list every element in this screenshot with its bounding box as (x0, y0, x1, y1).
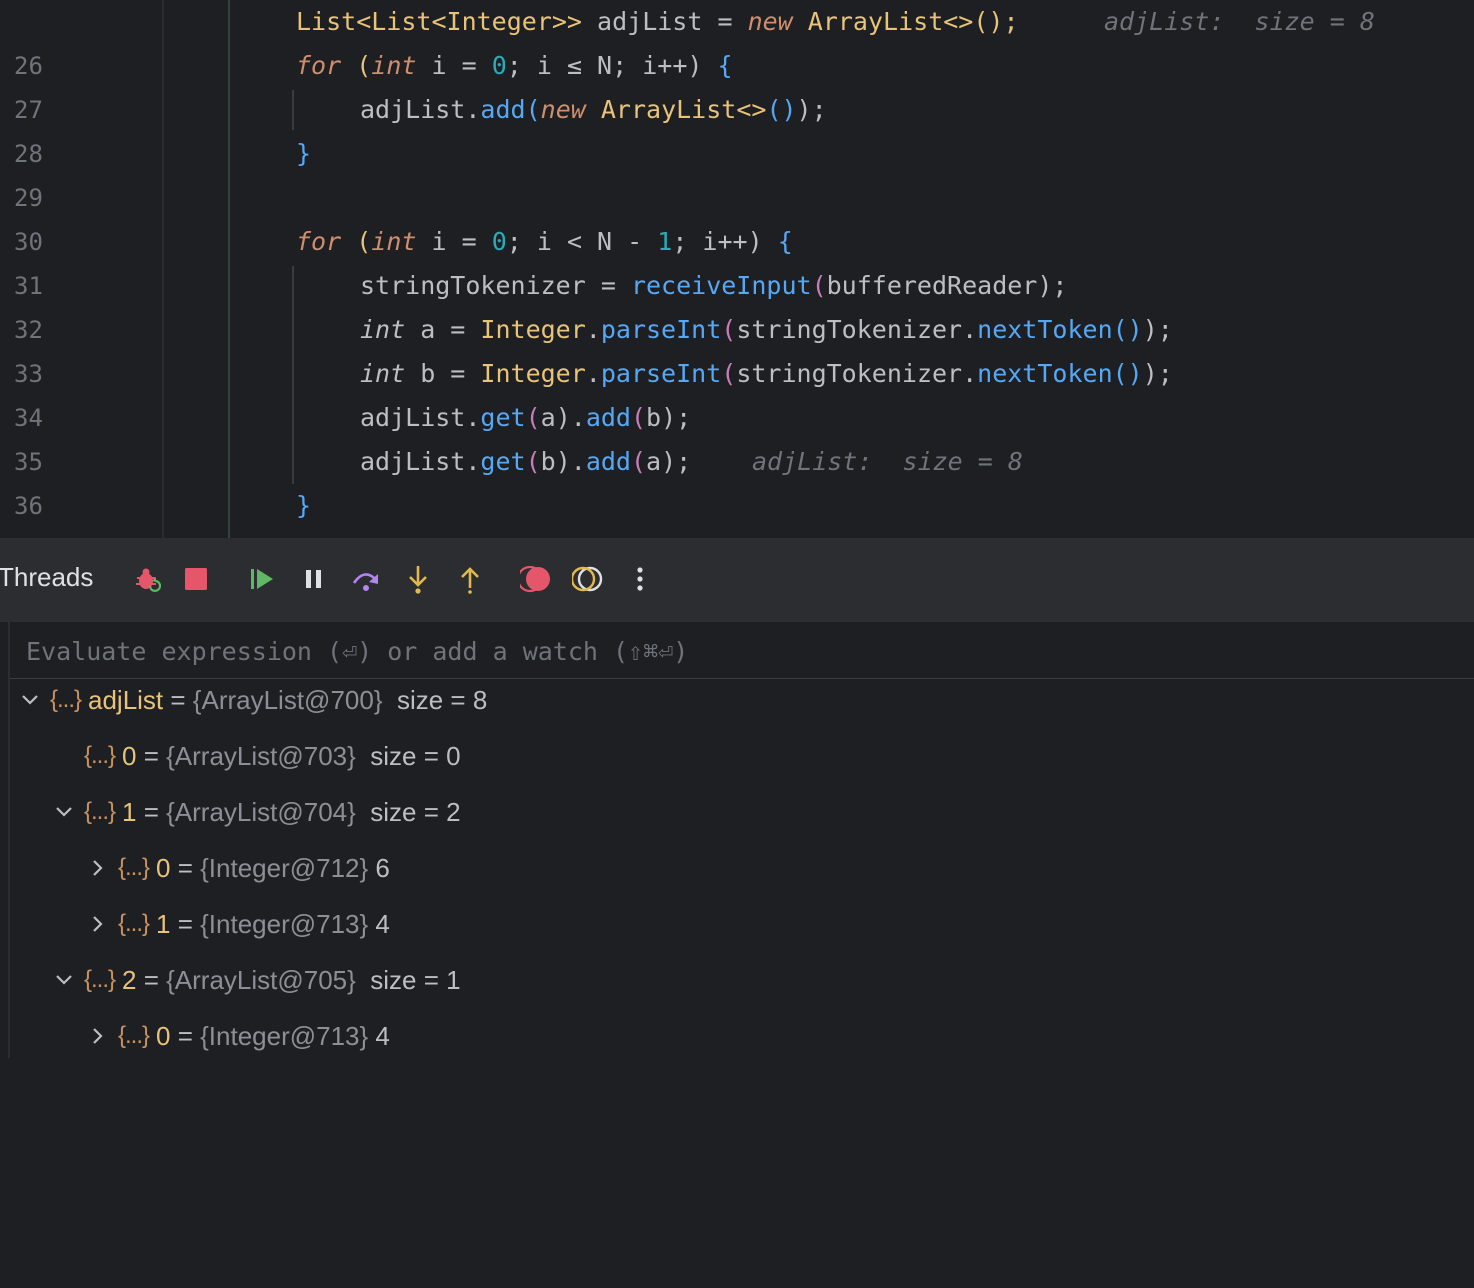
code-text: stringTokenizer = receiveInput(bufferedR… (360, 271, 1068, 300)
evaluate-expression-bar (10, 622, 1474, 679)
debug-toolbar: Threads (0, 538, 1474, 623)
variable-text: 0 = {Integer@712} 6 (156, 853, 390, 883)
pause-icon[interactable] (292, 556, 336, 602)
variables-panel: {...} adjList = {ArrayList@700} size = 8… (8, 622, 1474, 1058)
code-editor[interactable]: 26 List<List<Integer>> adjList = new Arr… (0, 0, 1474, 538)
chevron-down-icon[interactable] (52, 784, 76, 840)
code-text: int b = Integer.parseInt(stringTokenizer… (360, 359, 1173, 388)
object-icon: {...} (50, 686, 82, 713)
variable-row[interactable]: {...} 0 = {Integer@712} 6 (10, 840, 1474, 896)
variable-row[interactable]: {...} 2 = {ArrayList@705} size = 1 (10, 952, 1474, 1008)
code-line[interactable]: 32 stringTokenizer = receiveInput(buffer… (0, 264, 1474, 344)
code-line[interactable]: 35 adjList.get(a).add(b); (0, 396, 1474, 476)
inline-value-hint: adjList: size = 8 (752, 447, 1023, 476)
code-text: } (296, 139, 312, 168)
code-text: for (int i = 0; i ≤ N; i++) { (296, 51, 733, 80)
code-text: adjList.add(new ArrayList<>()); (360, 95, 827, 124)
variable-row[interactable]: {...} 1 = {ArrayList@704} size = 2 (10, 784, 1474, 840)
object-icon: {...} (84, 798, 116, 825)
object-icon: {...} (118, 1022, 150, 1049)
code-line[interactable]: 28 adjList.add(new ArrayList<>()); (0, 88, 1474, 168)
code-text: int a = Integer.parseInt(stringTokenizer… (360, 315, 1173, 344)
code-text: } (296, 491, 312, 520)
code-line[interactable]: 37 } (0, 484, 1474, 538)
line-number: 37 (14, 528, 43, 538)
chevron-down-icon[interactable] (52, 952, 76, 1008)
code-text: adjList.get(a).add(b); (360, 403, 692, 432)
threads-tab[interactable]: Threads (0, 562, 93, 593)
code-line[interactable]: 34 int b = Integer.parseInt(stringTokeni… (0, 352, 1474, 432)
object-icon: {...} (118, 910, 150, 937)
code-line[interactable]: 30 (0, 176, 1474, 256)
chevron-right-icon[interactable] (86, 840, 110, 896)
code-text: adjList.get(b).add(a); (360, 447, 692, 476)
inline-value-hint: adjList: size = 8 (1104, 7, 1375, 36)
step-into-icon[interactable] (396, 556, 440, 602)
variable-row[interactable]: {...} 1 = {Integer@713} 4 (10, 896, 1474, 952)
variable-row[interactable]: {...} adjList = {ArrayList@700} size = 8 (10, 672, 1474, 728)
object-icon: {...} (84, 742, 116, 769)
variable-row[interactable]: {...} 0 = {ArrayList@703} size = 0 (10, 728, 1474, 784)
variable-text: 0 = {ArrayList@703} size = 0 (122, 741, 461, 771)
variable-text: adjList = {ArrayList@700} size = 8 (88, 685, 488, 715)
chevron-right-icon[interactable] (86, 896, 110, 952)
variable-text: 0 = {Integer@713} 4 (156, 1021, 390, 1051)
code-text: List<List<Integer>> adjList = new ArrayL… (296, 7, 1019, 36)
variable-text: 2 = {ArrayList@705} size = 1 (122, 965, 461, 995)
stop-icon[interactable] (174, 556, 218, 602)
more-icon[interactable] (618, 556, 662, 602)
chevron-right-icon[interactable] (86, 1008, 110, 1064)
code-line[interactable]: 26 List<List<Integer>> adjList = new Arr… (0, 0, 1474, 80)
step-over-icon[interactable] (344, 556, 388, 602)
code-line[interactable]: 29 } (0, 132, 1474, 212)
variable-row[interactable]: {...} 0 = {Integer@713} 4 (10, 1008, 1474, 1064)
code-text: for (int i = 0; i < N - 1; i++) { (296, 227, 793, 256)
code-line[interactable]: 33 int a = Integer.parseInt(stringTokeni… (0, 308, 1474, 388)
chevron-down-icon[interactable] (18, 672, 42, 728)
rerun-debug-icon[interactable] (124, 556, 168, 602)
evaluate-expression-input[interactable] (24, 630, 1458, 672)
mute-breakpoints-icon[interactable] (566, 556, 610, 602)
object-icon: {...} (118, 854, 150, 881)
step-out-icon[interactable] (448, 556, 492, 602)
code-line[interactable]: 27 for (int i = 0; i ≤ N; i++) { (0, 44, 1474, 124)
variable-text: 1 = {Integer@713} 4 (156, 909, 390, 939)
code-line[interactable]: 36 adjList.get(b).add(a); adjList: size … (0, 440, 1474, 520)
view-breakpoints-icon[interactable] (514, 556, 558, 602)
code-line[interactable]: 31 for (int i = 0; i < N - 1; i++) { (0, 220, 1474, 300)
resume-icon[interactable] (240, 556, 284, 602)
object-icon: {...} (84, 966, 116, 993)
variable-text: 1 = {ArrayList@704} size = 2 (122, 797, 461, 827)
